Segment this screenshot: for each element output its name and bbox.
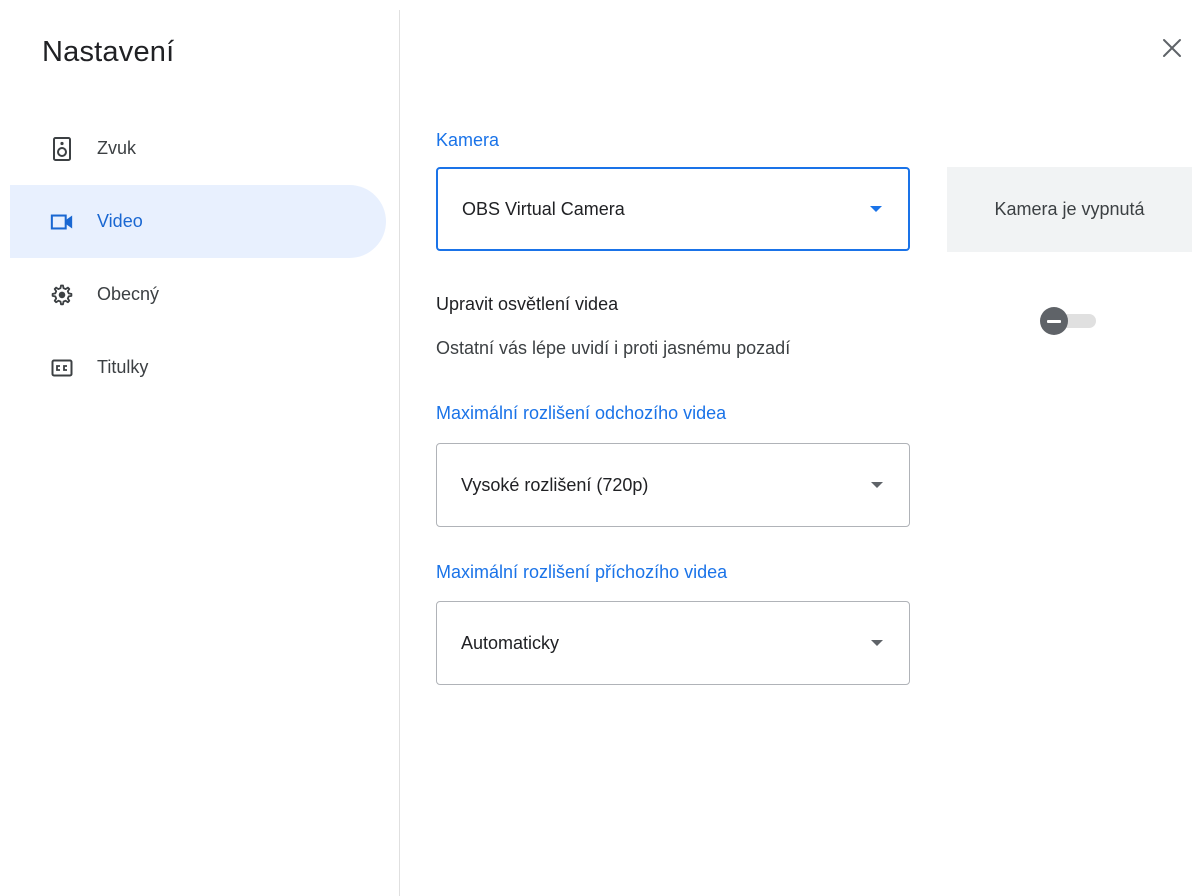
dropdown-arrow-icon — [870, 206, 882, 212]
dropdown-arrow-icon — [871, 482, 883, 488]
incoming-resolution-label: Maximální rozlišení příchozího videa — [436, 562, 728, 582]
outgoing-resolution-value: Vysoké rozlišení (720p) — [461, 474, 649, 495]
outgoing-resolution-label: Maximální rozlišení odchozího videa — [436, 403, 727, 423]
sidebar: Nastavení Zvuk Video Obecný Titulky — [0, 0, 399, 896]
lighting-title: Upravit osvětlení videa — [436, 294, 619, 314]
lighting-toggle[interactable] — [1040, 307, 1098, 335]
lighting-description: Ostatní vás lépe uvidí i proti jasnému p… — [436, 338, 791, 358]
speaker-icon — [50, 136, 74, 161]
sidebar-item-label: Video — [97, 211, 143, 231]
toggle-off-icon — [1047, 319, 1061, 323]
incoming-resolution-select[interactable]: Automaticky — [436, 601, 910, 685]
camera-select-value: OBS Virtual Camera — [462, 198, 625, 219]
camera-label: Kamera — [436, 130, 500, 150]
toggle-thumb — [1040, 307, 1068, 335]
settings-dialog: Nastavení Zvuk Video Obecný Titulky Kame… — [0, 0, 1192, 896]
close-icon — [1162, 38, 1182, 63]
sidebar-item-video[interactable]: Video — [10, 185, 386, 258]
sidebar-item-label: Obecný — [97, 284, 160, 304]
sidebar-divider — [399, 10, 400, 896]
camera-select[interactable]: OBS Virtual Camera — [436, 167, 910, 251]
camera-preview-text: Kamera je vypnutá — [994, 199, 1145, 219]
incoming-resolution-value: Automaticky — [461, 632, 560, 653]
sidebar-item-titulky[interactable]: Titulky — [10, 331, 386, 404]
closed-captions-icon — [50, 356, 74, 380]
outgoing-resolution-select[interactable]: Vysoké rozlišení (720p) — [436, 443, 910, 527]
sidebar-item-label: Titulky — [97, 357, 149, 377]
gear-icon — [50, 283, 74, 307]
camera-preview: Kamera je vypnutá — [947, 167, 1192, 252]
sidebar-item-label: Zvuk — [97, 138, 137, 158]
dialog-title: Nastavení — [42, 36, 175, 68]
sidebar-item-zvuk[interactable]: Zvuk — [10, 112, 386, 185]
close-button[interactable] — [1156, 34, 1188, 66]
videocam-icon — [50, 210, 74, 234]
sidebar-item-obecny[interactable]: Obecný — [10, 258, 386, 331]
dropdown-arrow-icon — [871, 640, 883, 646]
